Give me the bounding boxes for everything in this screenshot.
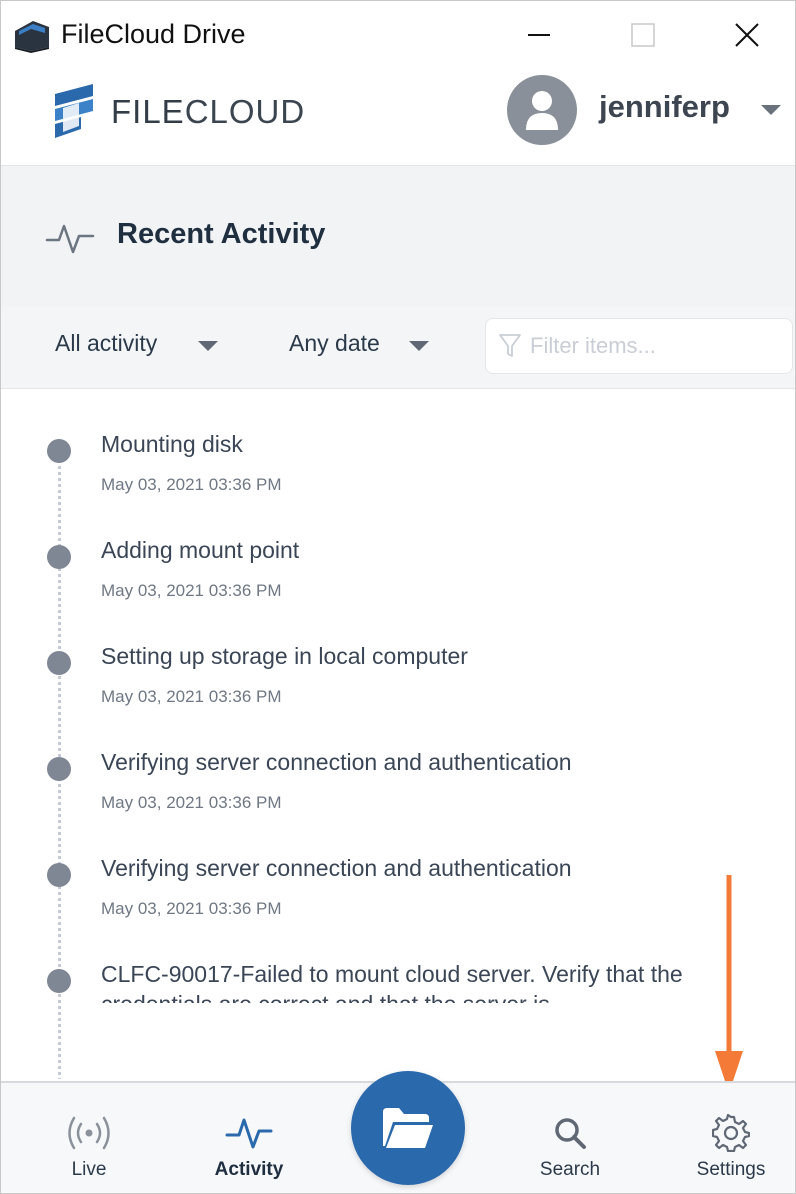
- date-label: Any date: [289, 330, 380, 356]
- activity-title: Verifying server connection and authenti…: [101, 749, 572, 775]
- section-header: Recent Activity: [1, 166, 795, 307]
- activity-type-dropdown[interactable]: All activity: [55, 330, 219, 357]
- close-icon: [735, 23, 759, 47]
- page-title: Recent Activity: [117, 218, 326, 250]
- timeline-dot: [47, 651, 71, 675]
- filter-icon: [499, 334, 521, 357]
- logo-text: FILECLOUD: [111, 93, 305, 131]
- activity-time: May 03, 2021 03:36 PM: [101, 793, 282, 812]
- activity-title: Setting up storage in local computer: [101, 643, 468, 669]
- nav-live-label: Live: [71, 1159, 107, 1180]
- app-window: FileCloud Drive FILECLOUD jenniferp Rece…: [0, 0, 796, 1194]
- chevron-down-icon: [198, 340, 219, 351]
- chevron-down-icon: [408, 340, 429, 351]
- app-header: FILECLOUD jenniferp: [1, 67, 795, 166]
- filter-search-box[interactable]: [485, 318, 793, 374]
- activity-title: Verifying server connection and authenti…: [101, 855, 572, 881]
- minimize-button[interactable]: [509, 11, 569, 59]
- username[interactable]: jenniferp: [599, 89, 730, 125]
- maximize-button[interactable]: [613, 11, 673, 59]
- close-button[interactable]: [717, 11, 777, 59]
- nav-search-label: Search: [539, 1159, 601, 1180]
- nav-settings-label: Settings: [696, 1159, 766, 1180]
- search-icon: [555, 1118, 586, 1149]
- chevron-down-icon[interactable]: [759, 103, 783, 117]
- nav-activity[interactable]: Activity: [199, 1083, 299, 1193]
- nav-settings[interactable]: Settings: [681, 1083, 781, 1193]
- activity-time: May 03, 2021 03:36 PM: [101, 475, 282, 494]
- title-bar: FileCloud Drive: [1, 1, 795, 67]
- timeline-dot: [47, 863, 71, 887]
- activity-time: May 03, 2021 03:36 PM: [101, 899, 282, 918]
- filecloud-logo-icon: [55, 84, 93, 138]
- gear-icon: [712, 1114, 750, 1152]
- logo-text-light: CLOUD: [184, 93, 306, 130]
- timeline-dot: [47, 545, 71, 569]
- filecloud-app-icon: [15, 21, 49, 53]
- activity-time: May 03, 2021 03:36 PM: [101, 687, 282, 706]
- minimize-icon: [528, 34, 550, 36]
- activity-title: Adding mount point: [101, 537, 300, 563]
- activity-type-label: All activity: [55, 330, 158, 356]
- timeline-dot: [47, 757, 71, 781]
- annotation-arrow: [715, 875, 743, 1093]
- pulse-icon: [225, 1118, 273, 1149]
- activity-title: CLFC-90017-Failed to mount cloud server.…: [101, 961, 683, 1003]
- maximize-icon: [631, 23, 655, 47]
- activity-title: Mounting disk: [101, 431, 243, 457]
- folder-open-icon: [383, 1108, 433, 1148]
- logo-text-bold: FILE: [111, 93, 185, 130]
- nav-activity-label: Activity: [214, 1159, 284, 1180]
- avatar[interactable]: [507, 75, 577, 145]
- filter-input[interactable]: [528, 332, 782, 360]
- activity-list: Mounting disk May 03, 2021 03:36 PM Addi…: [1, 389, 795, 1079]
- activity-time: May 03, 2021 03:36 PM: [101, 581, 282, 600]
- nav-live[interactable]: Live: [49, 1083, 129, 1193]
- timeline-dot: [47, 439, 71, 463]
- window-title: FileCloud Drive: [61, 19, 246, 49]
- files-button[interactable]: [351, 1071, 465, 1185]
- filter-bar: All activity Any date: [1, 306, 795, 389]
- pulse-icon: [45, 224, 95, 254]
- date-dropdown[interactable]: Any date: [289, 330, 430, 357]
- nav-search[interactable]: Search: [527, 1083, 613, 1193]
- broadcast-icon: [68, 1116, 110, 1150]
- user-icon: [526, 91, 558, 130]
- timeline-dot: [47, 969, 71, 993]
